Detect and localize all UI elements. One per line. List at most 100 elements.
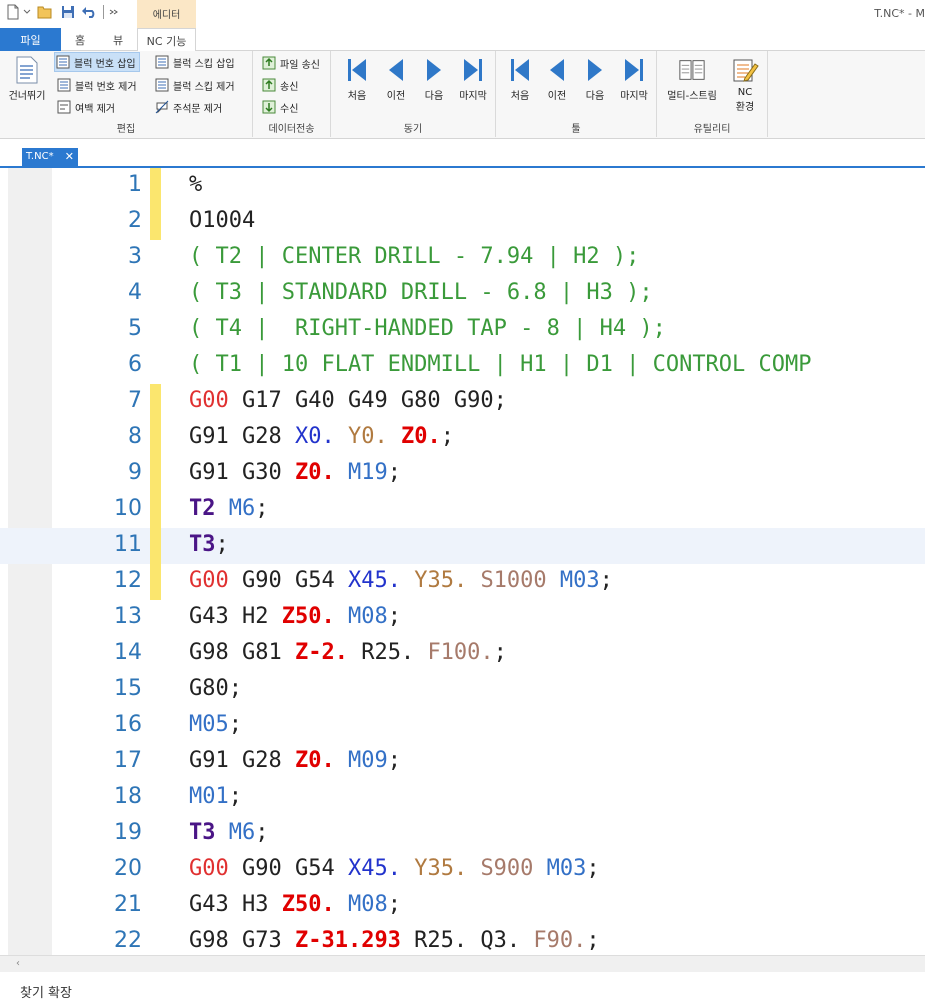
sync-group-label: 동기	[403, 124, 423, 135]
code-line[interactable]: 12 G00 G90 G54 X45. Y35. S1000 M03;	[0, 564, 925, 600]
multi-stream-button[interactable]: 멀티-스트림	[661, 55, 723, 102]
code-line[interactable]: 15 G80;	[0, 672, 925, 708]
tool-previous-button[interactable]: 이전	[539, 55, 575, 102]
insert-block-skip-button[interactable]: 블럭 스킵 삽입	[154, 52, 235, 72]
code-token: G91 G30	[189, 460, 295, 485]
remove-block-number-button[interactable]: 블럭 번호 제거	[56, 75, 137, 95]
code-token: X45.	[347, 568, 401, 593]
save-icon[interactable]	[60, 4, 76, 20]
code-token: M09	[347, 748, 388, 773]
nc-environment-label-line1: NC	[737, 87, 753, 98]
nc-environment-button[interactable]: NC 환경	[727, 55, 763, 113]
more-icon[interactable]	[108, 4, 120, 20]
sync-previous-button[interactable]: 이전	[378, 55, 414, 102]
line-number: 18	[114, 784, 142, 809]
send-icon	[261, 77, 277, 93]
code-line[interactable]: 5 ( T4 | RIGHT-HANDED TAP - 8 | H4 );	[0, 312, 925, 348]
sync-first-button[interactable]: 처음	[339, 55, 375, 102]
tool-next-button[interactable]: 다음	[577, 55, 613, 102]
code-line[interactable]: 19 T3 M6;	[0, 816, 925, 852]
insert-block-number-button[interactable]: 블럭 번호 삽입	[54, 52, 140, 72]
insert-block-number-label: 블럭 번호 삽입	[74, 58, 136, 70]
remove-block-skip-button[interactable]: 블럭 스킵 제거	[154, 75, 235, 95]
code-token: S1000	[480, 568, 547, 593]
open-folder-icon[interactable]	[37, 4, 53, 20]
file-send-button[interactable]: 파일 송신	[261, 53, 320, 73]
code-token: ;	[228, 712, 242, 737]
code-line[interactable]: 9 G91 G30 Z0. M19;	[0, 456, 925, 492]
first-icon	[343, 55, 371, 85]
code-token: G98 G81	[189, 640, 295, 665]
code-line[interactable]: 13 G43 H2 Z50. M08;	[0, 600, 925, 636]
line-number: 9	[128, 460, 142, 485]
code-text: ( T4 | RIGHT-HANDED TAP - 8 | H4 );	[189, 316, 666, 341]
code-line[interactable]: 7 G00 G17 G40 G49 G80 G90;	[0, 384, 925, 420]
code-token: Y35.	[414, 856, 468, 881]
code-line[interactable]: 17 G91 G28 Z0. M09;	[0, 744, 925, 780]
code-line[interactable]: 4 ( T3 | STANDARD DRILL - 6.8 | H3 );	[0, 276, 925, 312]
tab-nc-functions[interactable]: NC 기능	[137, 28, 196, 52]
tab-file[interactable]: 파일	[0, 28, 61, 51]
code-line[interactable]: 11 T3;	[0, 528, 925, 564]
code-token: ;	[387, 460, 401, 485]
send-button[interactable]: 송신	[261, 75, 298, 95]
code-text: G43 H3 Z50. M08;	[189, 892, 401, 917]
code-line[interactable]: 14 G98 G81 Z-2. R25. F100.;	[0, 636, 925, 672]
ribbon-tab-row: 파일 홈 뷰 NC 기능	[0, 28, 925, 52]
code-line[interactable]: 3 ( T2 | CENTER DRILL - 7.94 | H2 );	[0, 240, 925, 276]
code-line[interactable]: 8 G91 G28 X0. Y0. Z0.;	[0, 420, 925, 456]
code-line[interactable]: 16 M05;	[0, 708, 925, 744]
document-tab[interactable]: T.NC* ✕	[22, 148, 78, 167]
sync-next-button[interactable]: 다음	[416, 55, 452, 102]
code-editor[interactable]: 1% 2 O1004 3 ( T2 | CENTER DRILL - 7.94 | H2…	[0, 168, 925, 955]
code-token: R25. Q3.	[400, 928, 534, 953]
code-text: M05;	[189, 712, 242, 737]
send-label: 송신	[280, 81, 299, 93]
skip-button[interactable]: 건너뛰기	[4, 55, 50, 102]
code-line[interactable]: 6 ( T1 | 10 FLAT ENDMILL | H1 | D1 | CONT…	[0, 348, 925, 384]
tab-home[interactable]: 홈	[61, 28, 99, 51]
code-token: O1004	[189, 208, 256, 233]
sync-last-button[interactable]: 마지막	[453, 55, 493, 102]
horizontal-scrollbar[interactable]: ‹	[0, 955, 925, 972]
line-number: 14	[114, 640, 142, 665]
receive-icon	[261, 99, 277, 115]
undo-icon[interactable]	[81, 4, 97, 20]
tool-last-button[interactable]: 마지막	[614, 55, 654, 102]
code-line[interactable]: 21 G43 H3 Z50. M08;	[0, 888, 925, 924]
code-token: X45.	[347, 856, 401, 881]
remove-whitespace-button[interactable]: 여백 제거	[56, 97, 115, 117]
code-line[interactable]: 22 G98 G73 Z-31.293 R25. Q3. F90.;	[0, 924, 925, 955]
code-token: S900	[480, 856, 534, 881]
dropdown-arrow-icon[interactable]	[22, 4, 32, 20]
code-token: G43 H3	[189, 892, 282, 917]
tab-view[interactable]: 뷰	[99, 28, 137, 51]
code-text: G80;	[189, 676, 242, 701]
code-token: T3	[189, 532, 216, 557]
code-token: ;	[387, 604, 401, 629]
code-line[interactable]: 20 G00 G90 G54 X45. Y35. S900 M03;	[0, 852, 925, 888]
remove-whitespace-icon	[56, 99, 72, 115]
code-line[interactable]: 1%	[0, 168, 925, 204]
code-token: ;	[599, 568, 613, 593]
close-icon[interactable]: ✕	[65, 150, 74, 163]
code-token: G00	[189, 856, 229, 881]
code-line[interactable]: 2 O1004	[0, 204, 925, 240]
scroll-left-icon[interactable]: ‹	[9, 958, 27, 971]
find-expand-label[interactable]: 찾기 확장	[20, 982, 72, 1001]
receive-button[interactable]: 수신	[261, 97, 298, 117]
code-line[interactable]: 10 T2 M6;	[0, 492, 925, 528]
window-title: T.NC* - M	[874, 7, 925, 20]
remove-comment-button[interactable]: 주석문 제거	[154, 97, 222, 117]
code-text: T3;	[189, 532, 229, 557]
code-token: ;	[586, 856, 600, 881]
tool-first-button[interactable]: 처음	[502, 55, 538, 102]
code-token: T3	[189, 820, 216, 845]
new-file-icon[interactable]	[5, 4, 21, 20]
nc-environment-label-line2: 환경	[735, 102, 755, 113]
find-bar: 찾기 확장	[0, 972, 925, 1007]
code-line[interactable]: 18 M01;	[0, 780, 925, 816]
